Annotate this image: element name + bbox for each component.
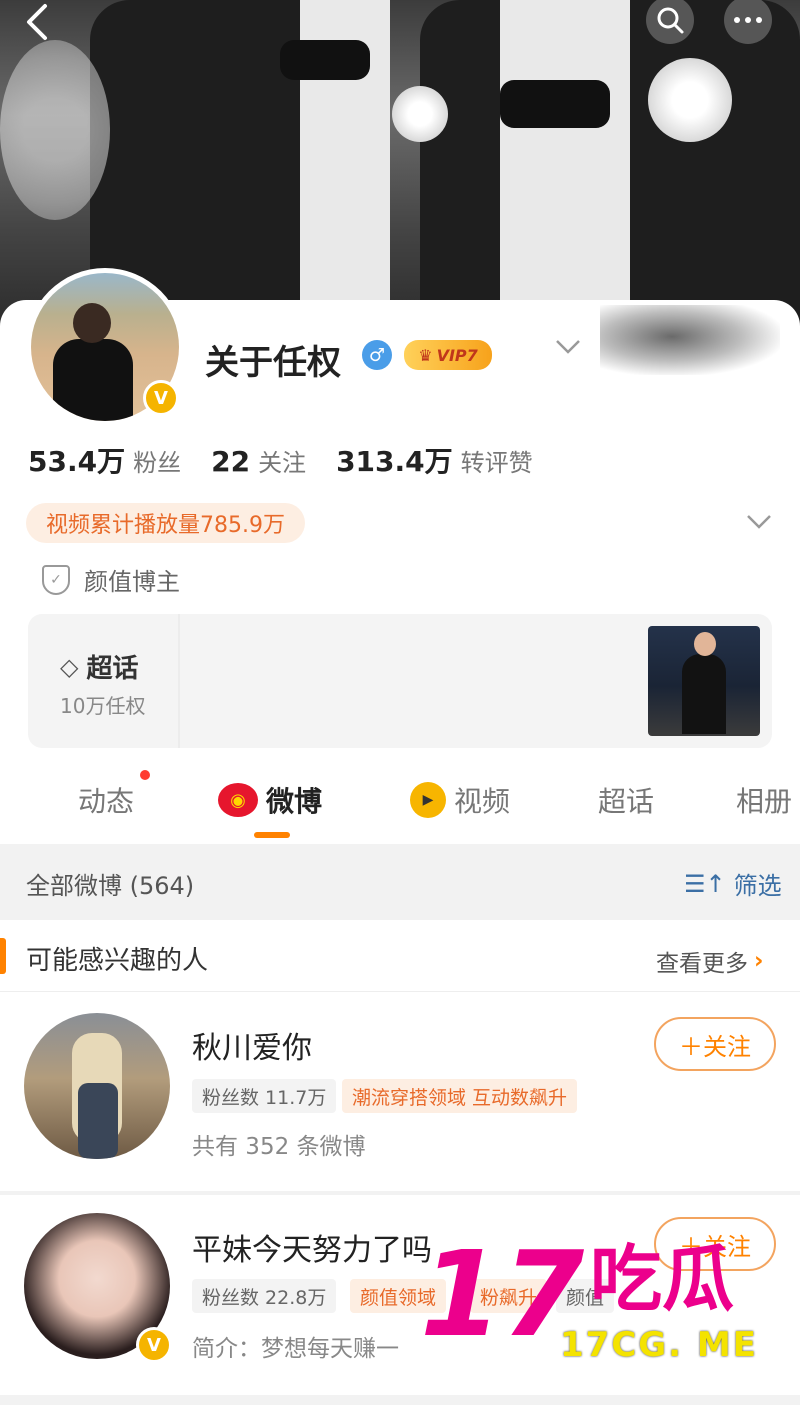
filter-button-label: 筛选 xyxy=(733,872,782,900)
fans-chip: 粉丝数 22.8万 xyxy=(192,1279,337,1313)
rec-desc: 共有 352 条微博 xyxy=(192,1134,366,1160)
shield-icon: ✓ xyxy=(42,564,70,595)
list-item[interactable]: 秋川爱你 粉丝数 11.7万 潮流穿搭领域 互动数飙升 共有 352 条微博 ＋… xyxy=(0,993,800,1191)
tab-label: 视频 xyxy=(454,785,511,818)
rec-name[interactable]: 秋川爱你 xyxy=(192,1023,312,1067)
thumb-person-head xyxy=(694,632,716,656)
section-accent-bar xyxy=(0,938,6,974)
cover-bowtie-left xyxy=(280,40,370,80)
stat-following[interactable]: 22 关注 xyxy=(211,443,306,478)
watermark-text: 吃瓜 xyxy=(590,1237,735,1321)
verified-icon: V xyxy=(143,380,179,416)
list-divider xyxy=(0,1395,800,1405)
crown-icon: ♛ xyxy=(418,345,433,365)
avatar-person-head xyxy=(73,303,111,343)
rec-desc: 简介：梦想每天赚一 xyxy=(192,1336,399,1362)
tab-label: 相册 xyxy=(736,785,793,818)
tab-label: 微博 xyxy=(266,785,323,818)
super-topic-title-text: 超话 xyxy=(86,654,139,684)
rec-name[interactable]: 平妹今天努力了吗 xyxy=(192,1225,432,1269)
super-topic-sub: 10万任权 xyxy=(60,694,146,718)
trend-chip: 潮流穿搭领域 互动数飙升 xyxy=(342,1079,578,1113)
avatar-figure-coat xyxy=(78,1083,118,1159)
weibo-count-label: 全部微博 (564) xyxy=(26,872,195,900)
profile-tagline: ✓ 颜值博主 xyxy=(42,562,180,597)
stat-num: 53.4万 xyxy=(28,445,126,478)
diamond-icon: ◇ xyxy=(60,652,79,681)
chevron-down-icon[interactable] xyxy=(555,336,581,361)
stat-fans[interactable]: 53.4万 粉丝 xyxy=(28,440,181,480)
stat-label: 转评赞 xyxy=(460,449,533,477)
avatar[interactable] xyxy=(24,1013,170,1159)
suggested-people-header: 可能感兴趣的人 查看更多 › xyxy=(0,920,800,992)
profile-stats: 53.4万 粉丝 22 关注 313.4万 转评赞 xyxy=(28,440,533,480)
cover-blur xyxy=(0,40,110,220)
fans-chip: 粉丝数 11.7万 xyxy=(192,1079,337,1113)
verified-label: V xyxy=(147,1334,161,1356)
stat-num: 22 xyxy=(211,445,251,478)
see-more-label: 查看更多 xyxy=(656,951,748,977)
list-item-partial[interactable] xyxy=(0,1405,800,1424)
video-plays-pill[interactable]: 视频累计播放量785.9万 xyxy=(26,503,305,543)
tab-album[interactable]: 相册 xyxy=(736,780,792,820)
vip-badge[interactable]: ♛ VIP7 xyxy=(404,340,492,370)
active-tab-indicator xyxy=(254,832,290,838)
section-title: 可能感兴趣的人 xyxy=(26,946,209,976)
verified-label: V xyxy=(154,387,168,409)
profile-page: V 关于任权 ♂ ♛ VIP7 53.4万 粉丝 22 关注 313.4万 转评赞 视… xyxy=(0,0,800,1424)
tab-video[interactable]: ▶ 视频 xyxy=(410,780,510,820)
follow-button[interactable]: ＋关注 xyxy=(654,1017,776,1071)
filter-bar: 全部微博 (564) ☰↑ 筛选 xyxy=(0,844,800,920)
back-button[interactable] xyxy=(12,0,62,44)
thumb-person-body xyxy=(682,654,726,734)
tab-label: 超话 xyxy=(598,785,655,818)
cover-bowtie-right xyxy=(500,80,610,128)
filter-icon: ☰↑ xyxy=(684,869,726,898)
notification-dot xyxy=(140,770,150,780)
back-arrow-icon xyxy=(27,4,47,40)
vip-label: VIP7 xyxy=(436,345,478,365)
super-topic-title: ◇ 超话 xyxy=(60,648,138,685)
stat-label: 粉丝 xyxy=(133,449,182,477)
weibo-icon: ◉ xyxy=(218,783,258,817)
cover-flower-right xyxy=(648,58,732,142)
stat-interactions[interactable]: 313.4万 转评赞 xyxy=(336,440,533,480)
watermark-url: 17CG. ME xyxy=(560,1325,758,1365)
search-icon xyxy=(657,7,684,34)
super-topic-info: ◇ 超话 10万任权 xyxy=(28,614,180,748)
filter-button[interactable]: ☰↑ 筛选 xyxy=(684,866,782,901)
stat-label: 关注 xyxy=(258,449,307,477)
more-dots-icon xyxy=(734,17,762,23)
tab-dynamic[interactable]: 动态 xyxy=(78,780,134,820)
super-topic-thumbnail[interactable] xyxy=(648,626,760,736)
blurred-follow-button[interactable] xyxy=(600,305,780,375)
chevron-right-icon: › xyxy=(754,948,764,974)
cover-shirt-right xyxy=(500,0,630,300)
profile-name: 关于任权 xyxy=(205,343,341,383)
stat-num: 313.4万 xyxy=(336,445,453,478)
tab-super-topic[interactable]: 超话 xyxy=(598,780,654,820)
watermark-logo: 17 吃瓜 17CG. ME xyxy=(420,1235,780,1375)
tab-weibo[interactable]: ◉ 微博 xyxy=(218,780,322,820)
verified-icon: V xyxy=(136,1327,172,1363)
avatar-person-body xyxy=(53,339,133,421)
cover-flower-left xyxy=(392,86,448,142)
male-icon: ♂ xyxy=(362,340,392,370)
video-icon: ▶ xyxy=(410,782,446,818)
see-more-link[interactable]: 查看更多 › xyxy=(656,944,763,978)
super-topic-card[interactable]: ◇ 超话 10万任权 xyxy=(28,614,772,748)
tagline-text: 颜值博主 xyxy=(84,568,180,596)
expand-chevron-icon[interactable] xyxy=(746,508,772,536)
tab-label: 动态 xyxy=(78,785,135,818)
